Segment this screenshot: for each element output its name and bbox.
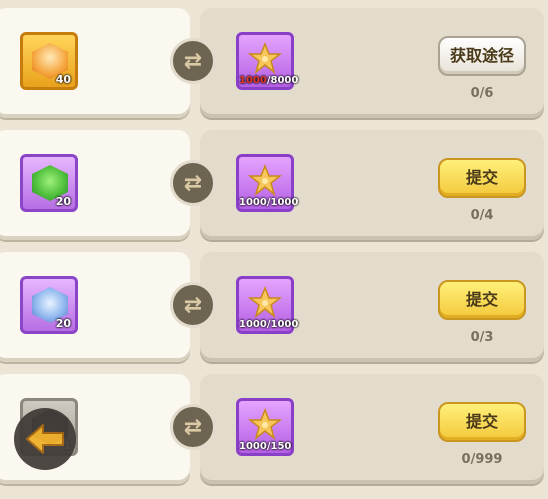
required-amount: /150 [266,441,292,452]
owned-amount: 1000 [239,441,267,452]
exchange-arrows-icon: ⇄ [170,38,216,84]
owned-amount: 1000 [239,75,267,86]
golden-hero-portrait[interactable]: 40 [20,32,78,90]
star-badge-icon[interactable]: 1000/1000 [236,154,298,212]
submit-button[interactable]: 提交 [438,402,526,442]
green-slime-portrait[interactable]: 20 [20,154,78,212]
hero-count: 20 [55,317,71,330]
star-badge-icon[interactable]: 1000/150 [236,398,294,456]
back-button[interactable] [14,408,76,470]
exchange-arrows-icon: ⇄ [170,282,216,328]
required-amount: /1000 [266,319,299,330]
submit-button[interactable]: 提交 [438,158,526,198]
badge-count: 1000/1000 [239,197,298,208]
exchange-row: 1 ⇄ 1000/150 提交 0/999 [0,374,548,486]
required-amount: /1000 [266,197,299,208]
owned-amount: 1000 [239,319,267,330]
badge-count: 1000/8000 [239,75,298,86]
sheriff-star-icon [248,408,282,440]
sheriff-star-icon [248,42,282,74]
required-amount: /8000 [266,75,299,86]
progress-count: 0/3 [470,330,494,345]
exchange-row: 40 ⇄ 1000/8000 获取途径 0/6 [0,8,548,120]
blue-creature-portrait[interactable]: 20 [20,276,78,334]
progress-count: 0/6 [470,86,494,101]
owned-amount: 1000 [239,197,267,208]
star-badge-icon[interactable]: 1000/8000 [236,32,298,90]
progress-count: 0/999 [461,452,503,467]
star-badge-icon[interactable]: 1000/1000 [236,276,298,334]
submit-button[interactable]: 提交 [438,280,526,320]
sheriff-star-icon [248,286,282,318]
hero-count: 20 [55,195,71,208]
back-arrow-icon [26,424,64,454]
hero-count: 40 [55,73,71,86]
exchange-arrows-icon: ⇄ [170,404,216,450]
progress-count: 0/4 [470,208,494,223]
exchange-row: 20 ⇄ 1000/1000 提交 0/4 [0,130,548,242]
exchange-row: 20 ⇄ 1000/1000 提交 0/3 [0,252,548,364]
exchange-arrows-icon: ⇄ [170,160,216,206]
badge-count: 1000/150 [239,441,291,452]
get-source-button[interactable]: 获取途径 [438,36,526,76]
badge-count: 1000/1000 [239,319,298,330]
sheriff-star-icon [248,164,282,196]
